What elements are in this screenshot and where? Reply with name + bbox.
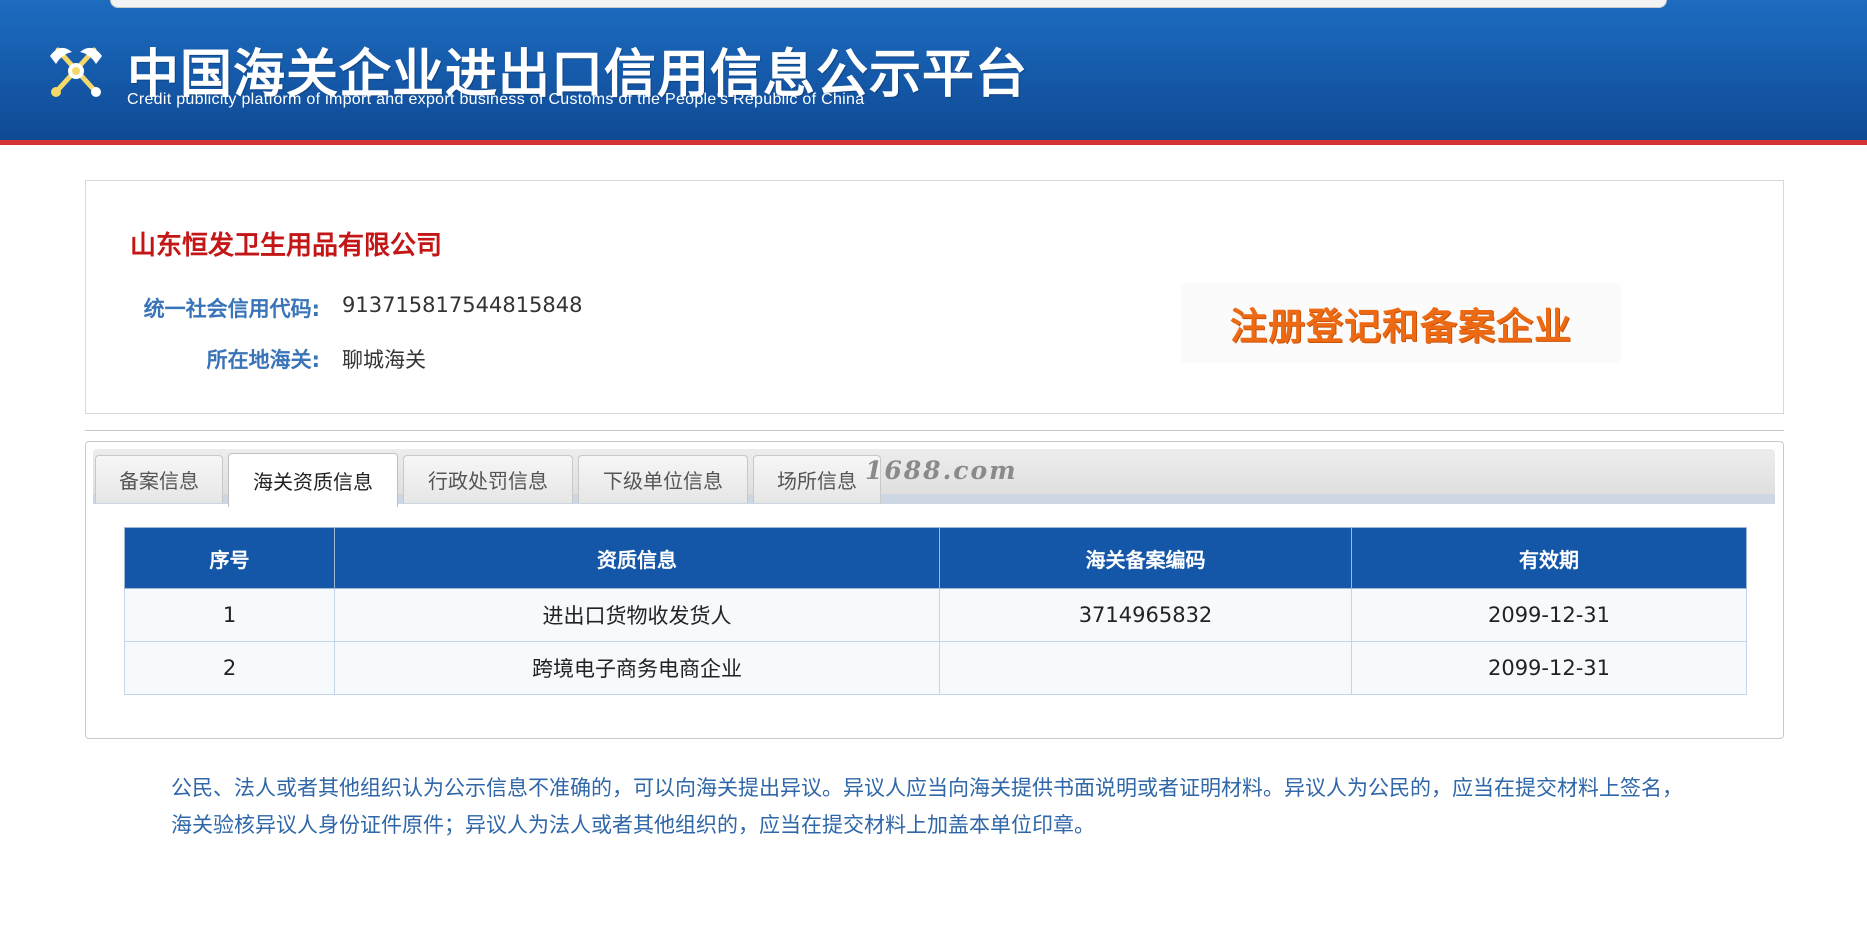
customs-value: 聊城海关 <box>342 348 426 372</box>
table-header-row: 序号 资质信息 海关备案编码 有效期 <box>124 527 1747 589</box>
browser-search-strip <box>110 0 1667 8</box>
site-title: 中国海关企业进出口信用信息公示平台 <box>127 45 1029 105</box>
section-divider <box>85 430 1784 431</box>
column-header-qualification: 资质信息 <box>334 527 940 589</box>
site-subtitle: Credit publicity platform of import and … <box>127 91 865 108</box>
cell-qualification: 跨境电子商务电商企业 <box>334 641 940 695</box>
cell-index: 1 <box>124 588 335 642</box>
credit-code-value: 913715817544815848 <box>342 293 583 317</box>
tab-administrative-penalty[interactable]: 行政处罚信息 <box>403 455 573 503</box>
tab-label: 备案信息 <box>119 469 199 493</box>
cell-customs-code: 3714965832 <box>939 588 1352 642</box>
customs-label: 所在地海关: <box>206 348 320 372</box>
tab-label: 海关资质信息 <box>253 470 373 494</box>
customs-emblem-icon <box>50 47 102 97</box>
column-header-validity: 有效期 <box>1351 527 1747 589</box>
table-row: 1 进出口货物收发货人 3714965832 2099-12-31 <box>124 588 1747 642</box>
cell-qualification: 进出口货物收发货人 <box>334 588 940 642</box>
column-header-customs-code: 海关备案编码 <box>939 527 1352 589</box>
tab-panel: 备案信息 海关资质信息 行政处罚信息 下级单位信息 场所信息 1688.com … <box>85 441 1784 739</box>
tab-subordinate-units[interactable]: 下级单位信息 <box>578 455 748 503</box>
tab-customs-qualification[interactable]: 海关资质信息 <box>228 453 398 507</box>
tab-site-info[interactable]: 场所信息 <box>753 455 881 503</box>
qualification-table: 序号 资质信息 海关备案编码 有效期 1 进出口货物收发货人 371496583… <box>124 527 1747 695</box>
tab-label: 下级单位信息 <box>603 469 723 493</box>
objection-notice: 公民、法人或者其他组织认为公示信息不准确的，可以向海关提出异议。异议人应当向海关… <box>171 776 1683 837</box>
watermark-text: 1688.com <box>865 456 1018 485</box>
tab-filing-info[interactable]: 备案信息 <box>95 455 223 503</box>
cell-validity: 2099-12-31 <box>1351 641 1747 695</box>
cell-index: 2 <box>124 641 335 695</box>
company-info-panel: 山东恒发卫生用品有限公司 统一社会信用代码: 91371581754481584… <box>85 180 1784 414</box>
credit-code-label: 统一社会信用代码: <box>143 297 320 321</box>
tab-label: 场所信息 <box>777 469 857 493</box>
site-header: 中国海关企业进出口信用信息公示平台 Credit publicity platf… <box>0 0 1867 145</box>
cell-validity: 2099-12-31 <box>1351 588 1747 642</box>
table-row: 2 跨境电子商务电商企业 2099-12-31 <box>124 641 1747 695</box>
column-header-index: 序号 <box>124 527 335 589</box>
tab-label: 行政处罚信息 <box>428 469 548 493</box>
enterprise-status-text: 注册登记和备案企业 <box>1230 305 1572 348</box>
enterprise-status-badge: 注册登记和备案企业 <box>1181 283 1621 363</box>
company-name: 山东恒发卫生用品有限公司 <box>130 231 443 261</box>
cell-customs-code <box>939 641 1352 695</box>
